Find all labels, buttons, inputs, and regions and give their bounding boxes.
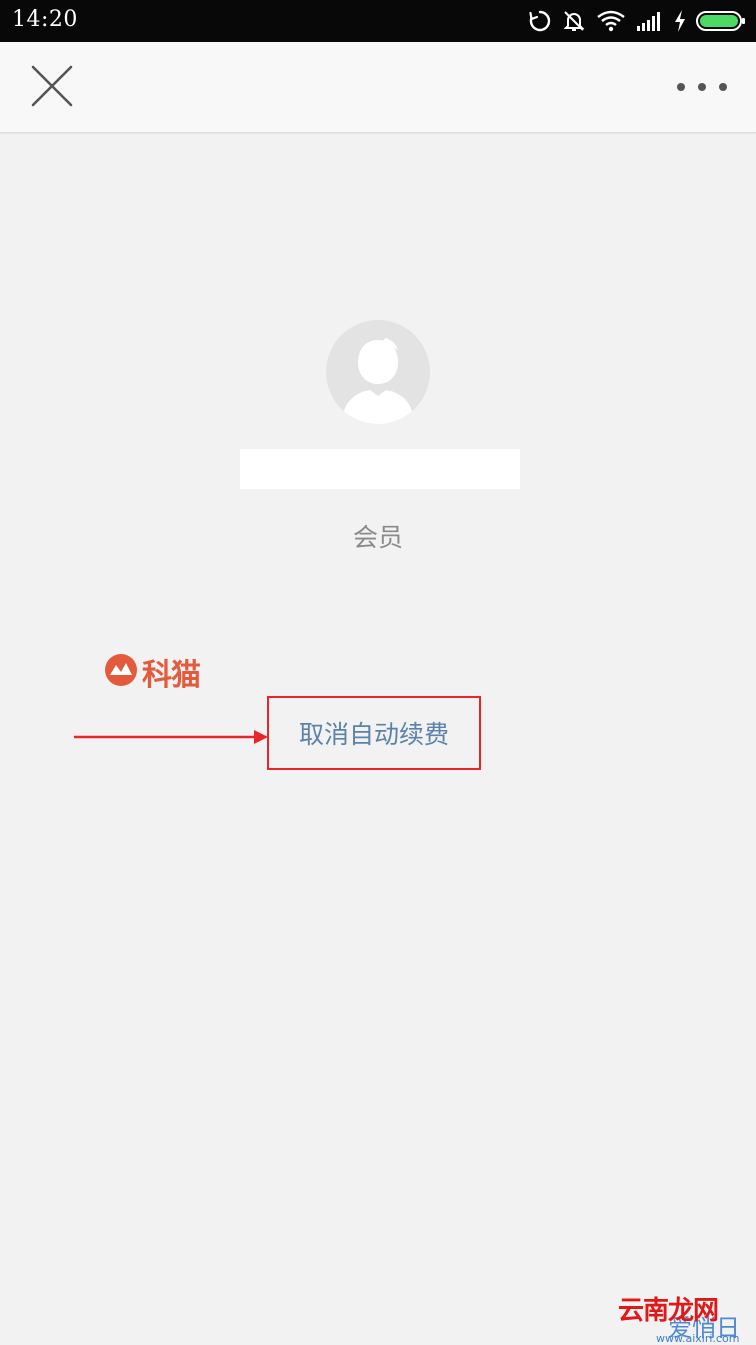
wifi-icon [596,9,626,33]
signal-icon [636,10,664,32]
watermark-logo: 科猫 [104,652,201,693]
watermark-logo-icon [104,653,138,691]
charging-icon [674,9,686,33]
member-label: 会员 [352,523,403,552]
nav-bar [0,42,756,133]
battery-icon [696,10,746,32]
status-bar: 14:20 [0,0,756,42]
avatar [326,320,430,424]
bell-off-icon [562,9,586,33]
redacted-username [240,449,520,489]
corner-watermark-url: www.aixiri.com [656,1332,740,1345]
status-time: 14:20 [12,7,78,32]
close-icon [30,64,74,112]
corner-watermark: 爱悄日 云南龙网 www.aixiri.com [616,1288,756,1345]
cancel-auto-renew-highlight: 取消自动续费 [267,696,481,770]
close-button[interactable] [22,58,82,118]
more-icon [676,78,728,97]
cancel-auto-renew-link[interactable]: 取消自动续费 [299,715,449,751]
annotation-arrow-icon [74,725,274,753]
status-icons [528,7,746,35]
corner-watermark-title: 云南龙网 [618,1296,719,1326]
avatar-placeholder-icon [326,338,430,424]
watermark-text: 科猫 [142,658,201,693]
more-button[interactable] [670,62,734,112]
sync-icon [528,9,552,33]
